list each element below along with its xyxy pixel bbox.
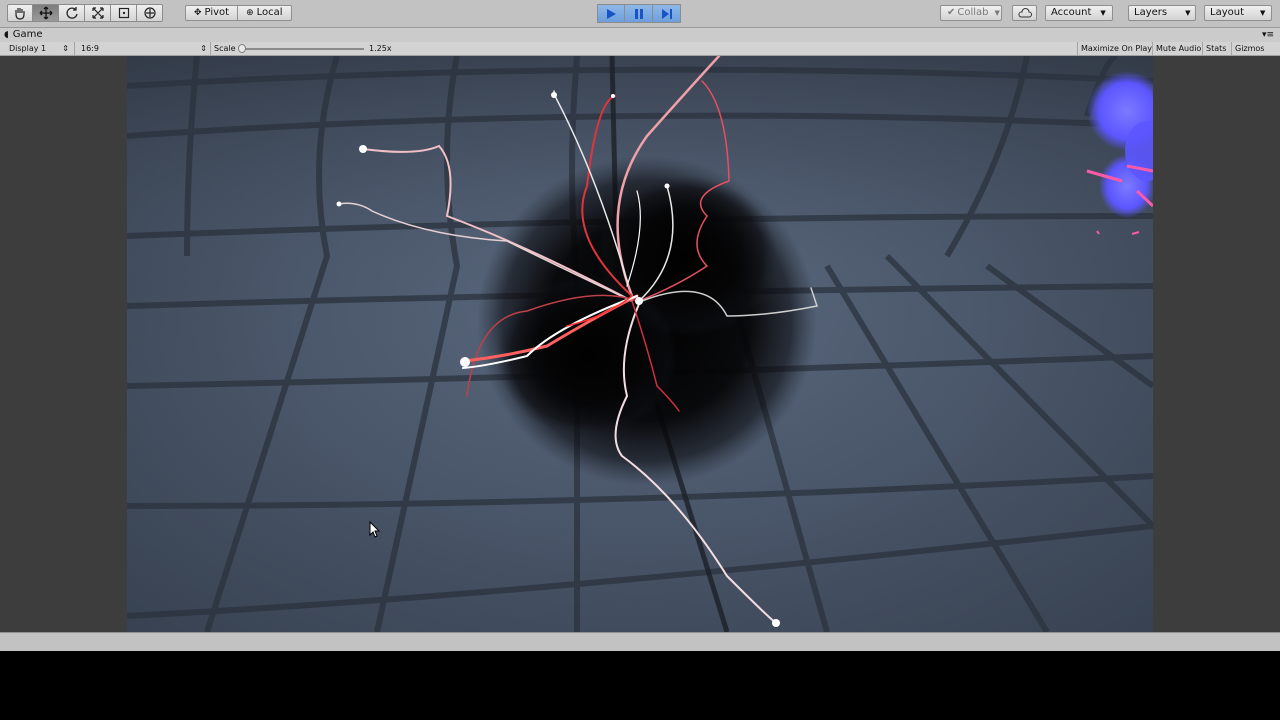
display-label: Display 1 bbox=[9, 44, 47, 53]
play-button[interactable] bbox=[597, 4, 625, 23]
chevron-down-icon: ▼ bbox=[1260, 9, 1266, 17]
cloud-icon bbox=[1017, 8, 1032, 18]
cloud-button[interactable] bbox=[1012, 5, 1037, 21]
rect-tool-button[interactable] bbox=[111, 4, 137, 22]
chevron-updown-icon: ⇕ bbox=[200, 44, 207, 53]
aspect-label: 16:9 bbox=[81, 44, 99, 53]
stats-toggle[interactable]: Stats bbox=[1202, 42, 1229, 55]
step-button[interactable] bbox=[653, 4, 681, 23]
tab-game[interactable]: ◖ Game bbox=[4, 28, 43, 42]
pivot-button[interactable]: ✥ Pivot bbox=[185, 5, 239, 21]
scale-label: Scale bbox=[214, 44, 236, 53]
game-view-controls: Display 1 ⇕ 16:9 ⇕ Scale 1.25x Maximize … bbox=[0, 42, 1280, 66]
pivot-icon: ✥ bbox=[194, 8, 202, 18]
collab-button[interactable]: ✔ Collab ▼ bbox=[940, 5, 1002, 21]
layers-label: Layers bbox=[1134, 7, 1168, 18]
main-toolbar: ✥ Pivot ⊕ Local ✔ Collab ▼ Account ▼ Lay… bbox=[0, 0, 1280, 28]
local-label: Local bbox=[256, 7, 283, 18]
transform-tool-button[interactable] bbox=[137, 4, 163, 22]
hand-tool-button[interactable] bbox=[7, 4, 33, 22]
game-render[interactable] bbox=[127, 56, 1153, 632]
check-icon: ✔ bbox=[947, 7, 956, 18]
display-dropdown[interactable]: Display 1 ⇕ bbox=[9, 42, 69, 55]
layout-label: Layout bbox=[1210, 7, 1244, 18]
maximize-on-play-toggle[interactable]: Maximize On Play bbox=[1077, 42, 1155, 55]
panel-menu-icon[interactable]: ▾≡ bbox=[1262, 30, 1274, 40]
game-viewport bbox=[0, 56, 1280, 632]
chevron-down-icon: ▼ bbox=[994, 9, 1000, 17]
mouse-cursor-icon bbox=[369, 521, 381, 538]
gizmos-label: Gizmos bbox=[1235, 44, 1265, 53]
hand-icon bbox=[15, 8, 25, 20]
game-scene bbox=[127, 56, 1153, 632]
local-button[interactable]: ⊕ Local bbox=[238, 5, 292, 21]
play-icon bbox=[607, 8, 616, 19]
pivot-label: Pivot bbox=[204, 7, 230, 18]
scale-icon bbox=[91, 7, 104, 19]
pause-icon bbox=[634, 8, 643, 19]
transform-icon bbox=[143, 7, 156, 19]
pause-button[interactable] bbox=[625, 4, 653, 23]
step-icon bbox=[661, 8, 672, 19]
rotate-icon bbox=[65, 7, 78, 19]
game-icon: ◖ bbox=[4, 30, 9, 40]
account-dropdown[interactable]: Account ▼ bbox=[1045, 5, 1113, 21]
scale-slider-track[interactable] bbox=[241, 48, 364, 50]
gizmos-dropdown[interactable]: Gizmos ▸ bbox=[1231, 42, 1275, 66]
layers-dropdown[interactable]: Layers ▼ bbox=[1128, 5, 1196, 21]
status-bar bbox=[0, 632, 1280, 651]
chevron-updown-icon: ⇕ bbox=[62, 44, 69, 53]
divider bbox=[74, 42, 75, 55]
divider bbox=[210, 42, 211, 55]
rotate-tool-button[interactable] bbox=[59, 4, 85, 22]
account-label: Account bbox=[1051, 7, 1092, 18]
chevron-down-icon: ▼ bbox=[1100, 9, 1106, 17]
playback-controls bbox=[597, 4, 681, 23]
move-tool-button[interactable] bbox=[33, 4, 59, 22]
rect-icon bbox=[118, 7, 129, 19]
pivot-group: ✥ Pivot ⊕ Local bbox=[185, 5, 292, 21]
scale-value: 1.25x bbox=[369, 44, 392, 53]
local-icon: ⊕ bbox=[246, 8, 254, 18]
mute-audio-toggle[interactable]: Mute Audio bbox=[1152, 42, 1204, 55]
collab-label: Collab bbox=[957, 7, 989, 18]
panel-tab-bar bbox=[0, 28, 1280, 42]
scale-tool-button[interactable] bbox=[85, 4, 111, 22]
move-icon bbox=[39, 6, 52, 20]
scale-slider-handle[interactable] bbox=[238, 44, 246, 53]
chevron-down-icon: ▼ bbox=[1185, 9, 1191, 17]
aspect-dropdown[interactable]: 16:9 ⇕ bbox=[81, 42, 207, 55]
layout-dropdown[interactable]: Layout ▼ bbox=[1204, 5, 1272, 21]
tab-game-label: Game bbox=[12, 29, 43, 40]
transform-tools bbox=[7, 4, 163, 22]
